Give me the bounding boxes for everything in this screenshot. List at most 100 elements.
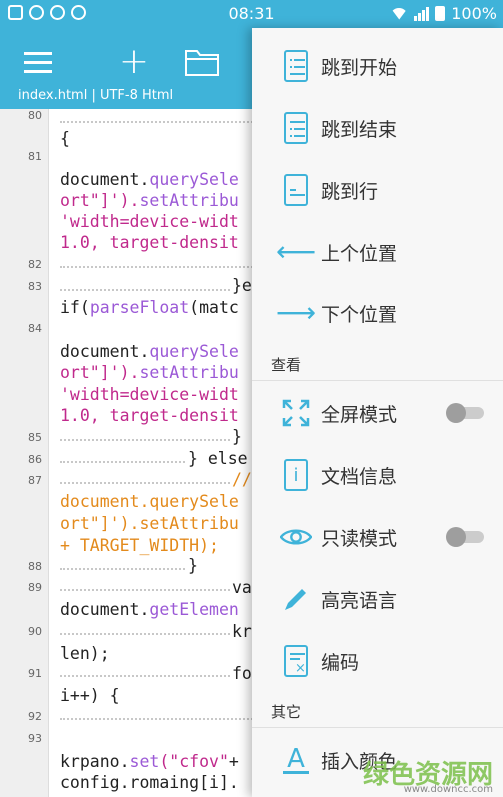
indent-dots bbox=[60, 558, 185, 570]
section-header-view: 查看 bbox=[271, 356, 302, 374]
battery-icon bbox=[435, 6, 446, 21]
code-line: } else bbox=[188, 449, 248, 468]
indent-dots bbox=[60, 256, 260, 268]
goto-line-icon bbox=[280, 174, 312, 206]
pen-icon bbox=[280, 583, 312, 615]
line-number: 85 bbox=[28, 431, 42, 444]
eye-icon bbox=[280, 521, 312, 553]
code-line: kr bbox=[232, 622, 252, 641]
menu-item-label: 上个位置 bbox=[321, 242, 398, 265]
code-line: }e bbox=[232, 276, 252, 295]
line-number: 81 bbox=[28, 150, 42, 163]
menu-item-label: 高亮语言 bbox=[321, 589, 398, 612]
arrow-right-icon: ⟶ bbox=[275, 296, 317, 329]
open-folder-icon[interactable] bbox=[184, 42, 220, 82]
menu-item-label: 文档信息 bbox=[321, 465, 398, 488]
code-line: 'width=device-widt bbox=[60, 212, 239, 231]
menu-item-encoding[interactable]: × 编码 bbox=[252, 633, 503, 689]
menu-item-highlight-language[interactable]: 高亮语言 bbox=[252, 571, 503, 627]
line-number: 88 bbox=[28, 560, 42, 573]
line-number: 83 bbox=[28, 280, 42, 293]
menu-item-goto-line[interactable]: 跳到行 bbox=[252, 162, 503, 218]
code-line: } bbox=[232, 427, 242, 446]
signal-icon bbox=[414, 6, 430, 21]
info-icon: i bbox=[280, 459, 312, 491]
indent-dots bbox=[60, 708, 260, 720]
read-only-toggle[interactable] bbox=[446, 527, 484, 547]
indent-dots bbox=[60, 429, 230, 441]
fullscreen-toggle[interactable] bbox=[446, 403, 484, 423]
side-menu-drawer: 跳到开始 跳到结束 跳到行 ⟵ 上个位置 ⟶ 下个位置 查看 全屏模式 i 文档… bbox=[252, 28, 503, 797]
line-number: 93 bbox=[28, 732, 42, 745]
menu-item-read-only[interactable]: 只读模式 bbox=[252, 509, 503, 565]
indent-dots bbox=[60, 665, 230, 677]
code-line: 1.0, target-densit bbox=[60, 233, 239, 252]
code-line: 1.0, target-densit bbox=[60, 406, 239, 425]
code-comment: document.querySele bbox=[60, 492, 239, 511]
code-line: krpano.set("cfov"+ bbox=[60, 752, 239, 771]
section-header-other: 其它 bbox=[271, 703, 302, 721]
text-color-icon: A bbox=[280, 744, 312, 776]
line-number: 82 bbox=[28, 258, 42, 271]
code-comment: ort"]').setAttribu bbox=[60, 514, 239, 533]
file-info: index.html | UTF-8 Html bbox=[18, 88, 174, 103]
divider bbox=[252, 727, 503, 728]
encoding-icon: × bbox=[280, 645, 312, 677]
indent-dots bbox=[60, 579, 230, 591]
indent-dots bbox=[60, 623, 230, 635]
code-comment: + TARGET_WIDTH); bbox=[60, 536, 219, 555]
code-line: ort"]').setAttribu bbox=[60, 363, 239, 382]
goto-end-icon bbox=[280, 112, 312, 144]
fullscreen-icon bbox=[280, 397, 312, 429]
code-line: { bbox=[60, 129, 70, 148]
code-line: fo bbox=[232, 664, 252, 683]
code-line: } bbox=[188, 556, 198, 575]
battery-level: 100% bbox=[451, 4, 497, 23]
wifi-icon bbox=[390, 7, 409, 20]
status-bar: 08:31 100% bbox=[0, 0, 503, 28]
menu-item-label: 全屏模式 bbox=[321, 403, 398, 426]
line-number: 90 bbox=[28, 625, 42, 638]
status-right: 100% bbox=[390, 4, 497, 23]
menu-item-fullscreen[interactable]: 全屏模式 bbox=[252, 385, 503, 441]
menu-item-label: 跳到结束 bbox=[321, 118, 398, 141]
menu-item-next-position[interactable]: ⟶ 下个位置 bbox=[252, 285, 503, 341]
line-number: 80 bbox=[28, 109, 42, 122]
code-line: document.querySele bbox=[60, 170, 239, 189]
menu-item-label: 跳到开始 bbox=[321, 56, 398, 79]
code-line: ort"]').setAttribu bbox=[60, 191, 239, 210]
arrow-left-icon: ⟵ bbox=[275, 235, 317, 268]
goto-start-icon bbox=[280, 50, 312, 82]
menu-item-label: 只读模式 bbox=[321, 527, 398, 550]
code-line: i++) { bbox=[60, 686, 120, 705]
code-line: 'width=device-widt bbox=[60, 385, 239, 404]
menu-item-goto-end[interactable]: 跳到结束 bbox=[252, 100, 503, 156]
menu-item-label: 跳到行 bbox=[321, 180, 379, 203]
menu-item-goto-start[interactable]: 跳到开始 bbox=[252, 38, 503, 94]
line-number: 92 bbox=[28, 710, 42, 723]
menu-icon[interactable] bbox=[22, 42, 54, 82]
menu-item-document-info[interactable]: i 文档信息 bbox=[252, 447, 503, 503]
code-line: if(parseFloat(matc bbox=[60, 298, 239, 317]
line-number: 86 bbox=[28, 453, 42, 466]
divider bbox=[252, 380, 503, 381]
line-number: 87 bbox=[28, 474, 42, 487]
code-line: document.getElemen bbox=[60, 600, 239, 619]
code-line: config.romaing[i]. bbox=[60, 773, 239, 792]
indent-dots bbox=[60, 279, 230, 291]
menu-item-label: 编码 bbox=[321, 651, 360, 674]
menu-item-label: 下个位置 bbox=[321, 303, 398, 326]
indent-dots bbox=[60, 451, 185, 463]
indent-dots bbox=[60, 111, 260, 123]
indent-dots bbox=[60, 472, 230, 484]
code-line: document.querySele bbox=[60, 342, 239, 361]
new-file-icon[interactable]: + bbox=[118, 42, 150, 82]
watermark-url: www.downcc.com bbox=[403, 784, 493, 795]
code-line: len); bbox=[60, 644, 110, 663]
menu-item-previous-position[interactable]: ⟵ 上个位置 bbox=[252, 224, 503, 280]
line-number: 89 bbox=[28, 581, 42, 594]
line-number: 84 bbox=[28, 322, 42, 335]
code-comment: // bbox=[232, 470, 252, 489]
line-number: 91 bbox=[28, 667, 42, 680]
code-line: va bbox=[232, 578, 252, 597]
